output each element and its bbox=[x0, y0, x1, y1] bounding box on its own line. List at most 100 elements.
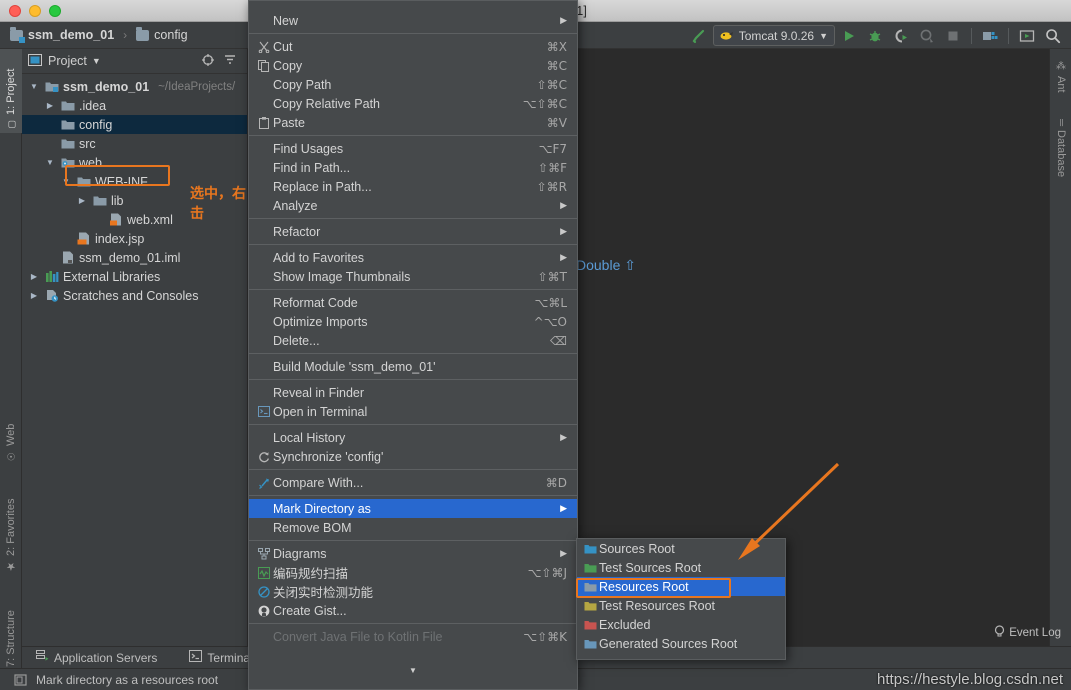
menu-item-show-image-thumbnails[interactable]: Show Image Thumbnails ⇧⌘T bbox=[249, 267, 577, 286]
tree-node-web[interactable]: ▼ web bbox=[22, 153, 247, 172]
menu-item-编码规约扫描[interactable]: 编码规约扫描 ⌥⇧⌘J bbox=[249, 563, 577, 582]
collapse-all-icon[interactable] bbox=[223, 53, 237, 70]
update-application-icon[interactable] bbox=[1015, 25, 1039, 47]
menu-item-paste[interactable]: Paste ⌘V bbox=[249, 113, 577, 132]
menu-item-refactor[interactable]: Refactor ▶ bbox=[249, 222, 577, 241]
run-icon[interactable] bbox=[837, 25, 861, 47]
menu-scroll-up-arrow[interactable] bbox=[249, 1, 577, 11]
menu-item-copy-path[interactable]: Copy Path ⇧⌘C bbox=[249, 75, 577, 94]
sync-icon bbox=[255, 451, 273, 463]
run-with-coverage-icon[interactable] bbox=[889, 25, 913, 47]
submenu-item-test-resources-root[interactable]: Test Resources Root bbox=[577, 596, 785, 615]
menu-item-remove-bom[interactable]: Remove BOM bbox=[249, 518, 577, 537]
menu-item-关闭实时检测功能[interactable]: 关闭实时检测功能 bbox=[249, 582, 577, 601]
submenu-item-test-sources-root[interactable]: Test Sources Root bbox=[577, 558, 785, 577]
menu-item-diagrams[interactable]: Diagrams ▶ bbox=[249, 544, 577, 563]
menu-separator bbox=[249, 244, 577, 245]
menu-item-build-module-ssm-demo-01-[interactable]: Build Module 'ssm_demo_01' bbox=[249, 357, 577, 376]
run-configuration-selector[interactable]: Tomcat 9.0.26 ▼ bbox=[712, 25, 835, 46]
menu-item-compare-with-[interactable]: Compare With... ⌘D bbox=[249, 473, 577, 492]
menu-item-label: Open in Terminal bbox=[273, 404, 368, 419]
submenu-item-excluded[interactable]: Excluded bbox=[577, 615, 785, 634]
event-log-icon bbox=[994, 625, 1005, 640]
menu-item-reveal-in-finder[interactable]: Reveal in Finder bbox=[249, 383, 577, 402]
tree-node-src[interactable]: src bbox=[22, 134, 247, 153]
chevron-right-icon[interactable]: ▶ bbox=[76, 196, 88, 205]
menu-item-cut[interactable]: Cut ⌘X bbox=[249, 37, 577, 56]
menu-item-delete-[interactable]: Delete... ⌫ bbox=[249, 331, 577, 350]
tree-node-label: WEB-INF bbox=[95, 174, 148, 189]
submenu-item-generated-sources-root[interactable]: Generated Sources Root bbox=[577, 634, 785, 653]
sidebar-item-database[interactable]: ═ Database bbox=[1050, 115, 1071, 197]
tree-node-ssm-demo-01-iml[interactable]: ssm_demo_01.iml bbox=[22, 248, 247, 267]
tree-node-config[interactable]: config bbox=[22, 115, 247, 134]
event-log-label: Event Log bbox=[1009, 626, 1061, 639]
mark-directory-as-submenu[interactable]: Sources Root Test Sources Root Resources R… bbox=[576, 538, 786, 660]
tomcat-icon bbox=[720, 31, 733, 40]
tree-node--idea[interactable]: ▶ .idea bbox=[22, 96, 247, 115]
submenu-arrow-icon: ▶ bbox=[560, 252, 567, 262]
menu-item-convert-java-file-to-kotlin-file[interactable]: Convert Java File to Kotlin File ⌥⇧⌘K bbox=[249, 627, 577, 646]
chevron-down-icon[interactable]: ▼ bbox=[44, 158, 56, 167]
sidebar-item-ant[interactable]: ⁂ Ant bbox=[1050, 57, 1071, 105]
menu-item-mark-directory-as[interactable]: Mark Directory as ▶ bbox=[249, 499, 577, 518]
menu-item-copy[interactable]: Copy ⌘C bbox=[249, 56, 577, 75]
menu-item-synchronize-config-[interactable]: Synchronize 'config' bbox=[249, 447, 577, 466]
menu-item-find-usages[interactable]: Find Usages ⌥F7 bbox=[249, 139, 577, 158]
chevron-down-icon[interactable]: ▼ bbox=[92, 56, 101, 66]
chevron-right-icon[interactable]: ▶ bbox=[28, 272, 40, 281]
submenu-item-sources-root[interactable]: Sources Root bbox=[577, 539, 785, 558]
menu-item-local-history[interactable]: Local History ▶ bbox=[249, 428, 577, 447]
menu-item-new[interactable]: New ▶ bbox=[249, 11, 577, 30]
search-everywhere-icon[interactable] bbox=[1041, 25, 1065, 47]
tree-node-scratches-and-consoles[interactable]: ▶ Scratches and Consoles bbox=[22, 286, 247, 305]
chevron-right-icon[interactable]: ▶ bbox=[28, 291, 40, 300]
menu-item-shortcut: ^⌥O bbox=[533, 314, 567, 329]
project-structure-icon[interactable] bbox=[978, 25, 1002, 47]
tree-node-label: web.xml bbox=[127, 212, 173, 227]
menu-separator bbox=[249, 353, 577, 354]
bottom-item-application-servers-label: Application Servers bbox=[54, 650, 158, 665]
chevron-right-icon[interactable]: ▶ bbox=[44, 101, 56, 110]
breadcrumb-project[interactable]: ssm_demo_01 bbox=[28, 28, 114, 42]
chevron-down-icon[interactable]: ▼ bbox=[28, 82, 40, 91]
chevron-down-icon[interactable]: ▼ bbox=[60, 177, 72, 186]
menu-item-label: Remove BOM bbox=[273, 520, 352, 535]
sidebar-item-web[interactable]: ☉ Web bbox=[0, 399, 22, 465]
menu-item-create-gist-[interactable]: Create Gist... bbox=[249, 601, 577, 620]
submenu-item-label: Excluded bbox=[599, 617, 651, 632]
context-menu[interactable]: New ▶ Cut ⌘X Copy ⌘C Copy Path ⇧⌘C Copy Relative… bbox=[248, 0, 578, 690]
bottom-item-application-servers[interactable]: Application Servers bbox=[36, 650, 157, 665]
menu-item-find-in-path-[interactable]: Find in Path... ⇧⌘F bbox=[249, 158, 577, 177]
diagram-icon bbox=[255, 547, 273, 560]
menu-item-open-in-terminal[interactable]: Open in Terminal bbox=[249, 402, 577, 421]
menu-item-optimize-imports[interactable]: Optimize Imports ^⌥O bbox=[249, 312, 577, 331]
bottom-item-terminal-label: Terminal bbox=[207, 650, 253, 665]
disable-inspection-icon bbox=[255, 585, 273, 598]
menu-item-reformat-code[interactable]: Reformat Code ⌥⌘L bbox=[249, 293, 577, 312]
debug-icon[interactable] bbox=[863, 25, 887, 47]
submenu-item-resources-root[interactable]: Resources Root bbox=[577, 577, 785, 596]
project-panel-title[interactable]: Project bbox=[48, 54, 87, 68]
menu-item-add-to-favorites[interactable]: Add to Favorites ▶ bbox=[249, 248, 577, 267]
menu-separator bbox=[249, 540, 577, 541]
github-icon bbox=[255, 605, 273, 617]
breadcrumb: ssm_demo_01 › config bbox=[0, 26, 188, 43]
menu-scroll-down-arrow[interactable]: ▼ bbox=[249, 665, 577, 675]
tree-node-index-jsp[interactable]: index.jsp bbox=[22, 229, 247, 248]
tree-node-label: lib bbox=[111, 193, 124, 208]
menu-item-label: Paste bbox=[273, 115, 305, 130]
sidebar-item-favorites[interactable]: ★ 2: Favorites bbox=[0, 473, 22, 577]
menu-item-copy-relative-path[interactable]: Copy Relative Path ⌥⇧⌘C bbox=[249, 94, 577, 113]
menu-item-analyze[interactable]: Analyze ▶ bbox=[249, 196, 577, 215]
scroll-from-source-icon[interactable] bbox=[201, 53, 215, 70]
hammer-icon[interactable] bbox=[687, 25, 711, 47]
event-log-button[interactable]: Event Log bbox=[994, 625, 1061, 640]
sidebar-item-project[interactable]: ▢ 1: Project bbox=[0, 49, 22, 133]
bottom-item-terminal[interactable]: Terminal bbox=[189, 650, 253, 665]
profiler-icon[interactable] bbox=[915, 25, 939, 47]
menu-item-replace-in-path-[interactable]: Replace in Path... ⇧⌘R bbox=[249, 177, 577, 196]
tree-node-ssm-demo-01[interactable]: ▼ ssm_demo_01 ~/IdeaProjects/ bbox=[22, 77, 247, 96]
breadcrumb-folder[interactable]: config bbox=[154, 28, 187, 42]
tree-node-external-libraries[interactable]: ▶ External Libraries bbox=[22, 267, 247, 286]
